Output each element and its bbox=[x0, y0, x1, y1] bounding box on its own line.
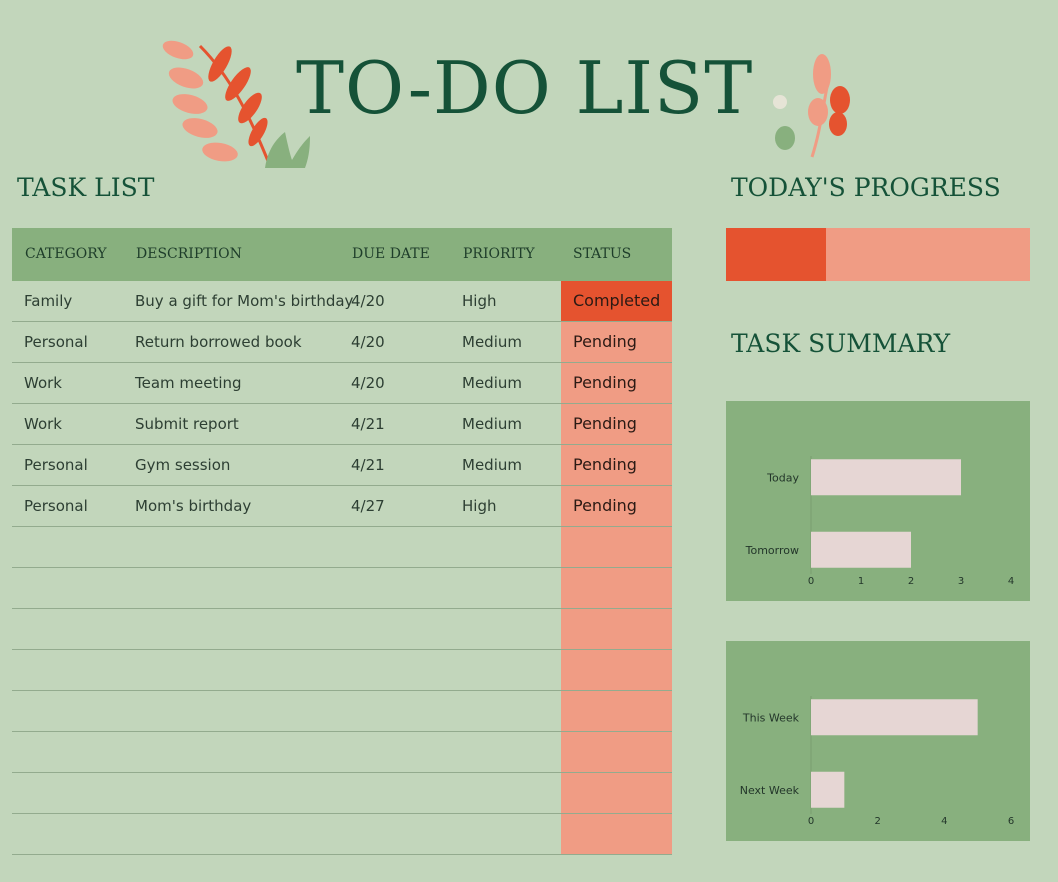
cell-status[interactable]: Pending bbox=[561, 404, 672, 444]
cell-priority: Medium bbox=[462, 456, 522, 474]
table-row[interactable]: Work Submit report 4/21 Medium Pending bbox=[12, 404, 672, 445]
cell-description: Mom's birthday bbox=[135, 497, 252, 515]
cell-priority: High bbox=[462, 497, 497, 515]
cell-status[interactable] bbox=[561, 691, 672, 731]
cell-status[interactable] bbox=[561, 568, 672, 608]
table-row[interactable] bbox=[12, 609, 672, 650]
table-row[interactable] bbox=[12, 773, 672, 814]
leaf-decoration-right-icon bbox=[773, 54, 850, 158]
summary-chart-days: Today Tomorrow 0 1 2 3 4 bbox=[726, 401, 1030, 601]
cell-priority: Medium bbox=[462, 333, 522, 351]
table-row[interactable]: Personal Gym session 4/21 Medium Pending bbox=[12, 445, 672, 486]
category-label: This Week bbox=[742, 711, 800, 724]
cell-description: Gym session bbox=[135, 456, 231, 474]
cell-priority: Medium bbox=[462, 415, 522, 433]
table-row[interactable] bbox=[12, 814, 672, 855]
cell-due-date: 4/20 bbox=[351, 333, 385, 351]
cell-status[interactable]: Pending bbox=[561, 363, 672, 403]
cell-due-date: 4/21 bbox=[351, 456, 385, 474]
cell-status[interactable]: Pending bbox=[561, 322, 672, 362]
table-body: Family Buy a gift for Mom's birthday 4/20 H… bbox=[12, 281, 672, 855]
tick-label: 6 bbox=[1008, 816, 1014, 827]
table-header: CATEGORY DESCRIPTION DUE DATE PRIORITY S… bbox=[12, 228, 672, 281]
tick-label: 0 bbox=[808, 816, 814, 827]
column-header-category[interactable]: CATEGORY bbox=[25, 228, 107, 281]
cell-priority: Medium bbox=[462, 374, 522, 392]
task-summary-heading: TASK SUMMARY bbox=[731, 329, 951, 358]
progress-heading: TODAY'S PROGRESS bbox=[731, 173, 1001, 202]
cell-status[interactable]: Pending bbox=[561, 486, 672, 526]
table-row[interactable] bbox=[12, 732, 672, 773]
bar-tomorrow bbox=[811, 531, 911, 568]
tick-label: 4 bbox=[1008, 576, 1014, 587]
summary-chart-weeks: This Week Next Week 0 2 4 6 bbox=[726, 641, 1030, 841]
table-row[interactable]: Personal Return borrowed book 4/20 Medium Pe… bbox=[12, 322, 672, 363]
cell-due-date: 4/20 bbox=[351, 374, 385, 392]
category-label: Tomorrow bbox=[745, 544, 799, 557]
cell-description: Team meeting bbox=[135, 374, 242, 392]
cell-status[interactable]: Completed bbox=[561, 281, 672, 321]
chart-weeks-svg: This Week Next Week 0 2 4 6 bbox=[740, 696, 1014, 827]
cell-description: Buy a gift for Mom's birthday bbox=[135, 292, 354, 310]
cell-description: Submit report bbox=[135, 415, 239, 433]
cell-category: Work bbox=[24, 374, 62, 392]
tick-label: 2 bbox=[874, 816, 880, 827]
tick-label: 3 bbox=[958, 576, 964, 587]
cell-status[interactable] bbox=[561, 527, 672, 567]
todays-progress-bar bbox=[726, 228, 1030, 281]
cell-status[interactable]: Pending bbox=[561, 445, 672, 485]
cell-category: Personal bbox=[24, 333, 88, 351]
column-header-priority[interactable]: PRIORITY bbox=[463, 228, 535, 281]
table-row[interactable]: Family Buy a gift for Mom's birthday 4/20 H… bbox=[12, 281, 672, 322]
column-header-due-date[interactable]: DUE DATE bbox=[352, 228, 430, 281]
table-row[interactable] bbox=[12, 527, 672, 568]
cell-category: Personal bbox=[24, 456, 88, 474]
column-header-description[interactable]: DESCRIPTION bbox=[136, 228, 242, 281]
cell-priority: High bbox=[462, 292, 497, 310]
tick-label: 0 bbox=[808, 576, 814, 587]
cell-status[interactable] bbox=[561, 609, 672, 649]
table-row[interactable]: Work Team meeting 4/20 Medium Pending bbox=[12, 363, 672, 404]
cell-category: Personal bbox=[24, 497, 88, 515]
tick-label: 2 bbox=[908, 576, 914, 587]
task-table: CATEGORY DESCRIPTION DUE DATE PRIORITY S… bbox=[12, 228, 672, 855]
cell-description: Return borrowed book bbox=[135, 333, 302, 351]
bar-next-week bbox=[811, 771, 845, 808]
tick-label: 4 bbox=[941, 816, 947, 827]
tick-label: 1 bbox=[858, 576, 864, 587]
table-row[interactable] bbox=[12, 650, 672, 691]
cell-category: Family bbox=[24, 292, 73, 310]
cell-status[interactable] bbox=[561, 814, 672, 854]
cell-due-date: 4/27 bbox=[351, 497, 385, 515]
task-list-heading: TASK LIST bbox=[17, 173, 155, 202]
bar-this-week bbox=[811, 699, 978, 736]
progress-fill bbox=[726, 228, 827, 281]
cell-due-date: 4/20 bbox=[351, 292, 385, 310]
cell-status[interactable] bbox=[561, 773, 672, 813]
cell-status[interactable] bbox=[561, 732, 672, 772]
page-title: TO-DO LIST bbox=[296, 46, 754, 130]
cell-due-date: 4/21 bbox=[351, 415, 385, 433]
cell-category: Work bbox=[24, 415, 62, 433]
cell-status[interactable] bbox=[561, 650, 672, 690]
chart-days-svg: Today Tomorrow 0 1 2 3 4 bbox=[745, 456, 1014, 587]
column-header-status[interactable]: STATUS bbox=[573, 228, 631, 281]
category-label: Next Week bbox=[740, 784, 800, 797]
table-row[interactable] bbox=[12, 568, 672, 609]
category-label: Today bbox=[766, 471, 799, 484]
table-row[interactable] bbox=[12, 691, 672, 732]
table-row[interactable]: Personal Mom's birthday 4/27 High Pending bbox=[12, 486, 672, 527]
bar-today bbox=[811, 459, 961, 496]
